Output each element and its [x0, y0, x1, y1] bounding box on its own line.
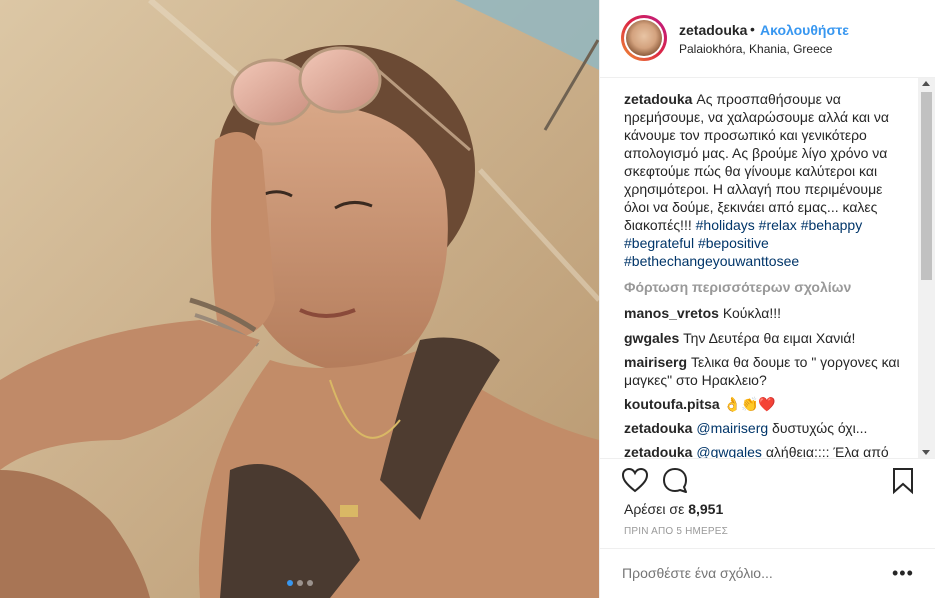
- hashtag-link[interactable]: #relax: [759, 217, 797, 233]
- avatar[interactable]: [621, 15, 667, 61]
- comments-scrollbar[interactable]: [918, 78, 935, 458]
- carousel-dot: [296, 580, 303, 586]
- post-photo[interactable]: [0, 0, 599, 598]
- follow-button[interactable]: Ακολουθήστε: [760, 22, 849, 38]
- likes-prefix: Αρέσει σε: [624, 501, 685, 517]
- comment-text: Την Δευτέρα θα ειμαι Χανιά!: [683, 330, 856, 346]
- comment-item: mairiserg Τελικα θα δουμε το " γοργονες …: [624, 353, 900, 389]
- hashtag-link[interactable]: #behappy: [801, 217, 863, 233]
- caption-text: Ας προσπαθήσουμε να ηρεμήσουμε, να χαλαρ…: [624, 91, 890, 233]
- comment-text: δυστυχώς όχι...: [772, 420, 868, 436]
- carousel-dot-active: [286, 580, 293, 586]
- comment-text: 👌👏❤️: [723, 396, 776, 412]
- comment-text: Κούκλα!!!: [722, 305, 781, 321]
- hashtag-link[interactable]: #holidays: [696, 217, 755, 233]
- comment-username[interactable]: koutoufa.pitsa: [624, 396, 720, 412]
- comment-item: zetadouka @mairiserg δυστυχώς όχι...: [624, 419, 900, 437]
- photo-illustration: [0, 0, 599, 598]
- more-options-button[interactable]: •••: [892, 563, 914, 584]
- scroll-down-arrow-icon[interactable]: [922, 450, 930, 455]
- comment-icon[interactable]: [660, 465, 690, 495]
- comment-mention[interactable]: @gwgales: [696, 444, 762, 458]
- comment-username[interactable]: zetadouka: [624, 420, 692, 436]
- scroll-up-arrow-icon[interactable]: [922, 81, 930, 86]
- comment-username[interactable]: mairiserg: [624, 354, 687, 370]
- header-separator: •: [750, 21, 755, 37]
- hashtag-link[interactable]: #bepositive: [698, 235, 769, 251]
- comment-item: manos_vretos Κούκλα!!!: [624, 304, 900, 322]
- likes-count[interactable]: Αρέσει σε 8,951: [624, 501, 723, 517]
- comments-list[interactable]: zetadouka Ας προσπαθήσουμε να ηρεμήσουμε…: [600, 78, 935, 458]
- load-more-comments-button[interactable]: Φόρτωση περισσότερων σχολίων: [624, 279, 851, 295]
- carousel-dot: [306, 580, 313, 586]
- bookmark-icon[interactable]: [888, 465, 918, 495]
- location-link[interactable]: Palaiokhóra, Khania, Greece: [679, 42, 832, 56]
- hashtag-link[interactable]: #begrateful: [624, 235, 694, 251]
- add-comment-bar: •••: [600, 548, 935, 598]
- likes-number[interactable]: 8,951: [688, 501, 723, 517]
- post-actions: [600, 458, 935, 498]
- caption: zetadouka Ας προσπαθήσουμε να ηρεμήσουμε…: [624, 90, 900, 270]
- carousel-indicator: [0, 580, 599, 586]
- comment-username[interactable]: gwgales: [624, 330, 679, 346]
- heart-icon[interactable]: [620, 465, 650, 495]
- comment-username[interactable]: manos_vretos: [624, 305, 719, 321]
- comment-item: koutoufa.pitsa 👌👏❤️: [624, 395, 900, 413]
- post-timestamp[interactable]: ΠΡΙΝ ΑΠΟ 5 ΗΜΕΡΕΣ: [624, 526, 728, 537]
- comment-text: αλήθεια:::: Έλα από: [765, 444, 889, 458]
- caption-username[interactable]: zetadouka: [624, 91, 692, 107]
- scrollbar-thumb[interactable]: [921, 92, 932, 280]
- comment-mention[interactable]: @mairiserg: [696, 420, 768, 436]
- hashtag-link[interactable]: #bethechangeyouwanttosee: [624, 253, 799, 269]
- header-username[interactable]: zetadouka: [679, 22, 747, 38]
- comment-username[interactable]: zetadouka: [624, 444, 692, 458]
- post-header: zetadouka • Ακολουθήστε Palaiokhóra, Kha…: [600, 0, 935, 78]
- post-side-panel: zetadouka • Ακολουθήστε Palaiokhóra, Kha…: [599, 0, 935, 598]
- comment-item: gwgales Την Δευτέρα θα ειμαι Χανιά!: [624, 329, 900, 347]
- comment-item: zetadouka @gwgales αλήθεια:::: Έλα από: [624, 443, 900, 458]
- comment-input[interactable]: [622, 565, 882, 581]
- instagram-post: zetadouka • Ακολουθήστε Palaiokhóra, Kha…: [0, 0, 935, 598]
